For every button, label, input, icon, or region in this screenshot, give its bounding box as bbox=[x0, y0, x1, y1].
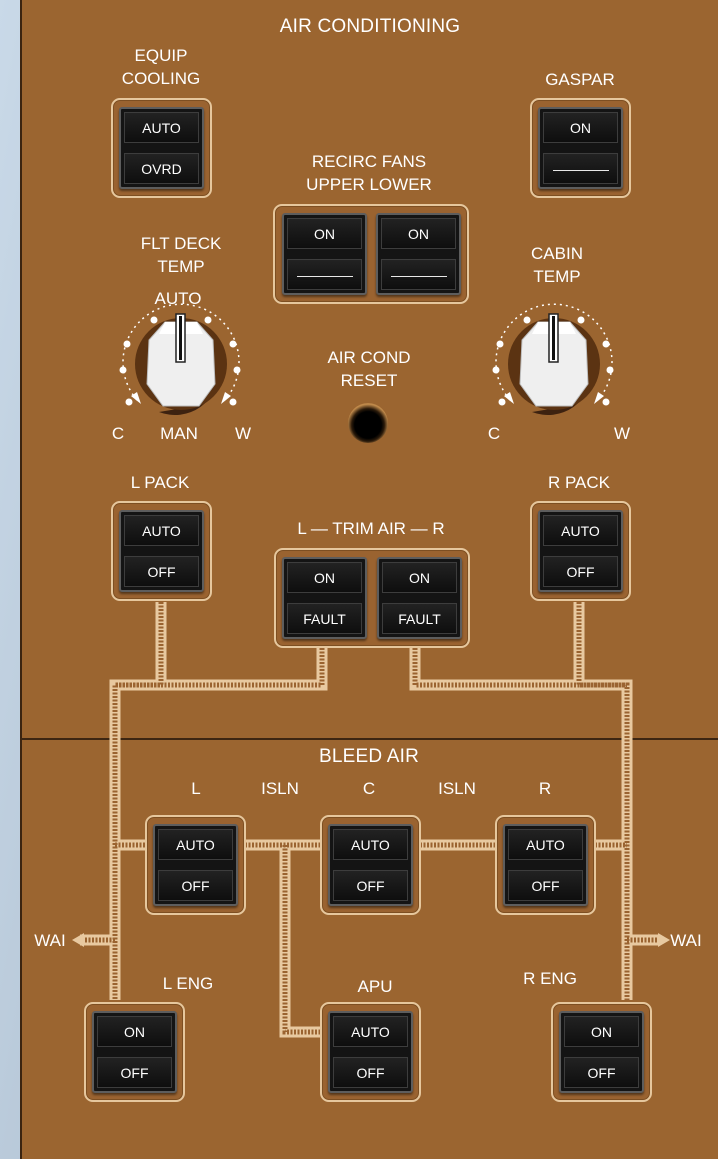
bleed-l-label: L bbox=[191, 779, 201, 798]
apu-bleed-switch[interactable]: AUTO OFF bbox=[328, 1011, 413, 1093]
wai-left-label: WAI bbox=[34, 931, 66, 950]
r-pack-switch[interactable]: AUTO OFF bbox=[538, 510, 623, 592]
recirc-fan-lower-switch[interactable]: ON bbox=[376, 213, 461, 295]
isln-r-off-legend: OFF bbox=[508, 870, 583, 901]
apu-auto-legend: AUTO bbox=[333, 1016, 408, 1047]
trim-air-right-switch[interactable]: ON FAULT bbox=[377, 557, 462, 639]
gaspar-label: GASPAR bbox=[545, 70, 615, 89]
bleed-isln-left-label: ISLN bbox=[261, 779, 299, 798]
recirc-upper-blank-legend bbox=[287, 259, 362, 290]
l-pack-off-legend: OFF bbox=[124, 556, 199, 587]
isln-l-switch[interactable]: AUTO OFF bbox=[153, 824, 238, 906]
apu-label: APU bbox=[357, 977, 393, 996]
isln-l-auto-legend: AUTO bbox=[158, 829, 233, 860]
trim-air-left-on-legend: ON bbox=[287, 562, 362, 593]
recirc-fan-upper-switch[interactable]: ON bbox=[282, 213, 367, 295]
r-eng-off-legend: OFF bbox=[564, 1057, 639, 1088]
flt-deck-c-label: C bbox=[111, 424, 125, 443]
wai-left-arrow-icon bbox=[72, 933, 84, 947]
r-pack-auto-legend: AUTO bbox=[543, 515, 618, 546]
flt-deck-w-label: W bbox=[234, 424, 252, 443]
trim-air-right-fault-legend: FAULT bbox=[382, 603, 457, 634]
isln-c-off-legend: OFF bbox=[333, 870, 408, 901]
wai-right-label: WAI bbox=[670, 931, 702, 950]
r-pack-off-legend: OFF bbox=[543, 556, 618, 587]
recirc-lower-on-legend: ON bbox=[381, 218, 456, 249]
l-eng-label: L ENG bbox=[162, 974, 214, 993]
bleed-c-label: C bbox=[362, 779, 376, 798]
flt-deck-man-label: MAN bbox=[160, 424, 198, 443]
recirc-upper-on-legend: ON bbox=[287, 218, 362, 249]
l-eng-on-legend: ON bbox=[97, 1016, 172, 1047]
flt-deck-temp-label: FLT DECK TEMP bbox=[140, 234, 222, 276]
trim-air-label: L — TRIM AIR — R bbox=[297, 519, 445, 538]
bleed-r-label: R bbox=[538, 779, 552, 798]
trim-air-left-switch[interactable]: ON FAULT bbox=[282, 557, 367, 639]
recirc-lower-blank-legend bbox=[381, 259, 456, 290]
isln-c-switch[interactable]: AUTO OFF bbox=[328, 824, 413, 906]
cabin-temp-label: CABIN TEMP bbox=[531, 244, 583, 286]
trim-air-left-fault-legend: FAULT bbox=[287, 603, 362, 634]
apu-off-legend: OFF bbox=[333, 1057, 408, 1088]
cabin-w-label: W bbox=[613, 424, 631, 443]
r-pack-label: R PACK bbox=[547, 473, 611, 492]
bleed-air-title: BLEED AIR bbox=[318, 746, 420, 767]
equip-cooling-ovrd-legend: OVRD bbox=[124, 153, 199, 184]
air-cond-reset-label: AIR COND RESET bbox=[327, 348, 411, 390]
r-eng-on-legend: ON bbox=[564, 1016, 639, 1047]
gaspar-switch[interactable]: ON bbox=[538, 107, 623, 189]
l-eng-bleed-switch[interactable]: ON OFF bbox=[92, 1011, 177, 1093]
l-pack-auto-legend: AUTO bbox=[124, 515, 199, 546]
air-conditioning-title: AIR CONDITIONING bbox=[279, 16, 461, 37]
isln-l-off-legend: OFF bbox=[158, 870, 233, 901]
r-eng-bleed-switch[interactable]: ON OFF bbox=[559, 1011, 644, 1093]
cabin-c-label: C bbox=[487, 424, 501, 443]
equip-cooling-auto-legend: AUTO bbox=[124, 112, 199, 143]
equip-cooling-switch[interactable]: AUTO OVRD bbox=[119, 107, 204, 189]
isln-c-auto-legend: AUTO bbox=[333, 829, 408, 860]
isln-r-switch[interactable]: AUTO OFF bbox=[503, 824, 588, 906]
equip-cooling-label: EQUIP COOLING bbox=[121, 46, 201, 88]
r-eng-label: R ENG bbox=[523, 969, 577, 988]
wai-right-arrow-icon bbox=[658, 933, 670, 947]
l-eng-off-legend: OFF bbox=[97, 1057, 172, 1088]
flt-deck-temp-knob[interactable] bbox=[107, 292, 255, 422]
air-cond-reset-button[interactable] bbox=[348, 403, 388, 443]
l-pack-label: L PACK bbox=[130, 473, 190, 492]
gaspar-blank-legend bbox=[543, 153, 618, 184]
trim-air-right-on-legend: ON bbox=[382, 562, 457, 593]
recirc-fans-label: RECIRC FANS UPPER LOWER bbox=[306, 152, 432, 194]
cabin-temp-knob[interactable] bbox=[480, 292, 628, 422]
l-pack-switch[interactable]: AUTO OFF bbox=[119, 510, 204, 592]
isln-r-auto-legend: AUTO bbox=[508, 829, 583, 860]
gaspar-on-legend: ON bbox=[543, 112, 618, 143]
bleed-isln-right-label: ISLN bbox=[438, 779, 476, 798]
